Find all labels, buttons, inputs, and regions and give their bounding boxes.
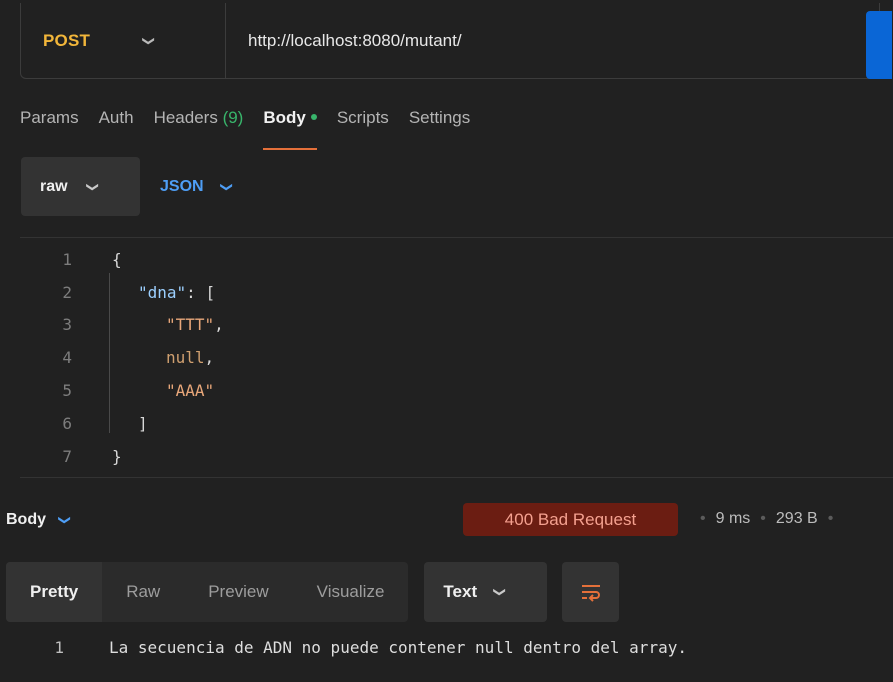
- code-text: ]: [138, 414, 148, 433]
- line-number: 2: [62, 282, 72, 302]
- url-bar: POST ❯ http://localhost:8080/mutant/: [20, 3, 892, 79]
- chevron-down-icon: ❯: [142, 35, 157, 46]
- json-null: null: [166, 348, 205, 368]
- divider: [20, 237, 893, 238]
- line-number: 3: [62, 315, 72, 335]
- body-mode-select[interactable]: raw ❯: [21, 157, 140, 216]
- comma: ,: [214, 315, 224, 335]
- indent-guide: [109, 273, 110, 433]
- code-line: 4 null,: [20, 341, 893, 374]
- body-type-row: raw ❯ JSON ❯: [21, 157, 234, 216]
- comma: ,: [204, 348, 215, 368]
- tab-visualize[interactable]: Visualize: [293, 562, 409, 622]
- separator-dot: •: [827, 510, 834, 527]
- tab-scripts[interactable]: Scripts: [337, 108, 389, 152]
- response-format-select[interactable]: Text ❯: [424, 562, 548, 622]
- code-line: 7 }: [20, 440, 893, 473]
- chevron-down-icon: ❯: [58, 514, 73, 526]
- tab-label: Auth: [98, 108, 134, 127]
- code-line: 3 "TTT",: [20, 309, 893, 342]
- tab-raw[interactable]: Raw: [102, 562, 184, 622]
- tab-pretty[interactable]: Pretty: [6, 562, 103, 622]
- line-number: 1: [62, 249, 72, 269]
- response-view-tabs: Pretty Raw Preview Visualize: [6, 562, 409, 622]
- chevron-down-icon: ❯: [219, 181, 234, 192]
- line-number: 7: [62, 446, 72, 466]
- chevron-down-icon: ❯: [85, 181, 100, 192]
- response-body-toggle[interactable]: Body ❯: [6, 511, 73, 529]
- line-number: 6: [62, 413, 72, 433]
- code-line: 1 {: [20, 243, 893, 276]
- format-label: Text: [443, 582, 478, 601]
- tab-preview[interactable]: Preview: [184, 562, 292, 622]
- response-meta: • 9 ms • 293 B •: [690, 510, 843, 528]
- modified-dot-icon: [310, 113, 317, 120]
- body-mode-label: raw: [40, 177, 68, 195]
- json-string: "AAA": [166, 381, 215, 401]
- tab-params[interactable]: Params: [20, 108, 79, 152]
- code-text: "TTT",: [166, 315, 224, 334]
- tab-body[interactable]: Body: [263, 108, 317, 152]
- json-key: "dna": [138, 282, 187, 302]
- chevron-down-icon: ❯: [493, 586, 508, 598]
- tab-auth[interactable]: Auth: [99, 108, 134, 152]
- colon-bracket: : [: [186, 282, 216, 302]
- code-text: }: [112, 447, 122, 466]
- close-brace: }: [112, 446, 122, 466]
- response-body: 1 La secuencia de ADN no puede contener …: [0, 632, 893, 662]
- tab-label: Headers: [153, 108, 218, 127]
- tab-settings[interactable]: Settings: [409, 108, 470, 152]
- json-string: "TTT": [166, 315, 215, 335]
- tab-label: Params: [20, 108, 79, 127]
- line-number: 1: [54, 637, 64, 657]
- line-number: 4: [62, 348, 72, 368]
- code-line: 5 "AAA": [20, 374, 893, 407]
- code-line: 2 "dna": [: [20, 276, 893, 309]
- response-time: 9 ms: [715, 510, 751, 527]
- url-input[interactable]: http://localhost:8080/mutant/: [248, 31, 462, 51]
- response-text: La secuencia de ADN no puede contener nu…: [109, 637, 687, 657]
- code-line: 6 ]: [20, 407, 893, 440]
- tab-headers[interactable]: Headers (9): [154, 108, 244, 152]
- divider: [20, 477, 893, 478]
- response-size: 293 B: [775, 510, 818, 527]
- body-language-label: JSON: [160, 177, 204, 195]
- response-tabs: Pretty Raw Preview Visualize Text ❯: [6, 562, 620, 622]
- code-editor[interactable]: 1 { 2 "dna": [ 3 "TTT", 4 null, 5 "AAA" …: [20, 243, 893, 473]
- tab-label: Body: [263, 108, 306, 127]
- line-number: 5: [62, 381, 72, 401]
- code-text: {: [112, 250, 122, 269]
- send-button[interactable]: [866, 11, 892, 79]
- wrap-icon: [581, 585, 600, 602]
- separator-dot: •: [760, 510, 766, 527]
- method-label: POST: [43, 30, 91, 50]
- method-selector[interactable]: POST ❯: [21, 3, 226, 78]
- close-bracket: ]: [138, 413, 148, 433]
- separator-dot: •: [700, 510, 706, 527]
- code-text: null,: [166, 348, 214, 367]
- body-language-select[interactable]: JSON ❯: [160, 177, 234, 196]
- headers-count: (9): [222, 108, 244, 127]
- code-text: "AAA": [166, 381, 214, 400]
- response-title: Body: [6, 511, 46, 528]
- wrap-lines-button[interactable]: [562, 562, 620, 622]
- tab-label: Scripts: [336, 108, 389, 127]
- code-text: "dna": [: [138, 283, 215, 302]
- tab-label: Settings: [408, 108, 471, 127]
- response-header: Body ❯ 400 Bad Request • 9 ms • 293 B •: [0, 490, 893, 550]
- request-tabs: Params Auth Headers (9) Body Scripts Set…: [20, 108, 490, 152]
- status-badge: 400 Bad Request: [463, 503, 678, 536]
- open-brace: {: [112, 249, 122, 269]
